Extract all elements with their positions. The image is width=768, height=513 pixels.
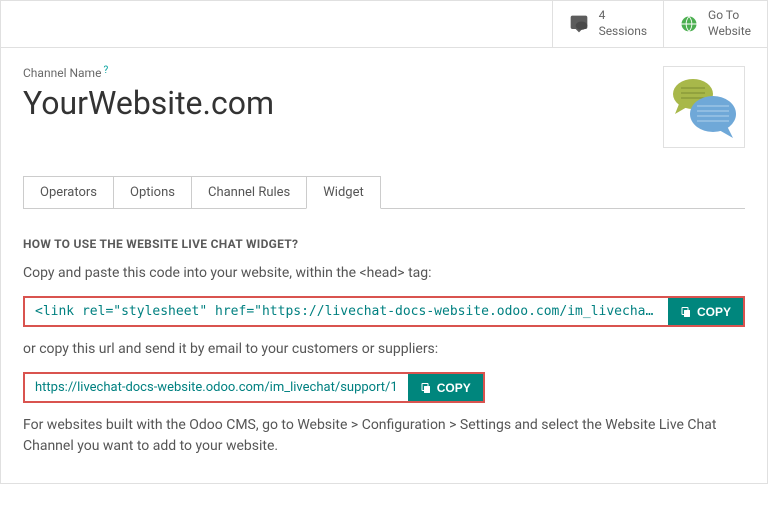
widget-section-title: HOW TO USE THE WEBSITE LIVE CHAT WIDGET?: [23, 237, 745, 251]
channel-image[interactable]: [663, 66, 745, 148]
chat-bubbles-icon: [669, 72, 739, 142]
tab-options[interactable]: Options: [113, 176, 192, 209]
copy-url-button[interactable]: COPY: [408, 374, 483, 401]
copy-code-button[interactable]: COPY: [668, 298, 743, 325]
tab-channel-rules[interactable]: Channel Rules: [191, 176, 307, 209]
code-snippet[interactable]: <link rel="stylesheet" href="https://liv…: [25, 298, 668, 325]
widget-or-text: or copy this url and send it by email to…: [23, 339, 745, 360]
goto-line1: Go To: [708, 8, 751, 24]
code-snippet-row: <link rel="stylesheet" href="https://liv…: [23, 296, 745, 327]
copy-icon: [420, 382, 432, 394]
copy-icon: [680, 306, 692, 318]
go-to-website-button[interactable]: Go To Website: [663, 1, 767, 47]
sessions-button[interactable]: 4 Sessions: [552, 1, 663, 47]
sessions-label: Sessions: [599, 24, 647, 38]
tab-widget[interactable]: Widget: [306, 176, 380, 209]
tabs: Operators Options Channel Rules Widget: [23, 176, 745, 209]
channel-name-label: Channel Name?: [23, 66, 274, 80]
globe-icon: [680, 15, 698, 33]
support-url[interactable]: https://livechat-docs-website.odoo.com/i…: [25, 374, 408, 401]
help-icon[interactable]: ?: [103, 65, 108, 76]
widget-footer-text: For websites built with the Odoo CMS, go…: [23, 415, 745, 457]
tab-operators[interactable]: Operators: [23, 176, 114, 209]
topbar: 4 Sessions Go To Website: [1, 1, 767, 48]
channel-name-value[interactable]: YourWebsite.com: [23, 84, 274, 122]
goto-line2: Website: [708, 24, 751, 38]
comments-icon: [569, 14, 589, 34]
sessions-count: 4: [599, 8, 647, 24]
url-row: https://livechat-docs-website.odoo.com/i…: [23, 372, 485, 403]
widget-intro-text: Copy and paste this code into your websi…: [23, 263, 745, 284]
